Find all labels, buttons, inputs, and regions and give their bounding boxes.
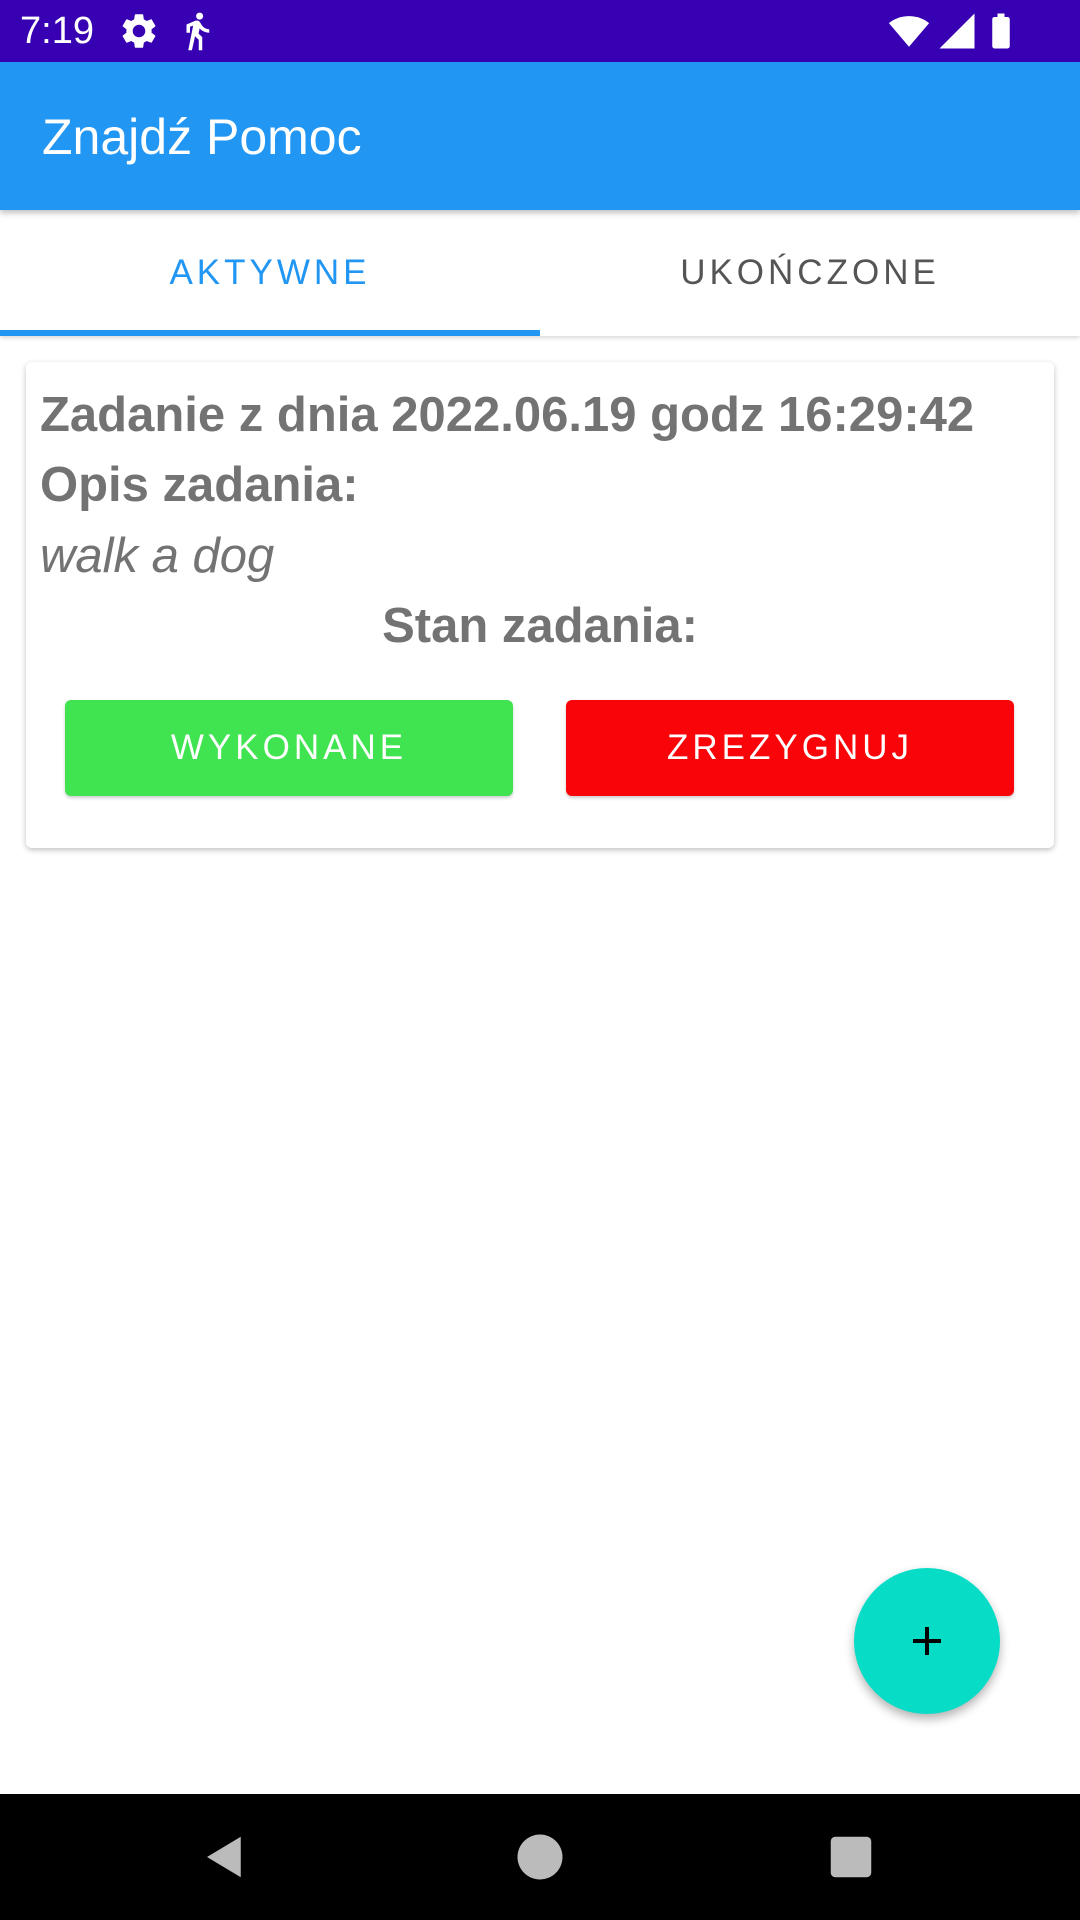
app-title: Znajdź Pomoc xyxy=(42,109,362,165)
battery-icon xyxy=(992,13,1010,49)
status-time: 7:19 xyxy=(20,10,94,52)
screen: 7:19 Znajdź Pomoc AKTYWNE UKOŃCZONE Zada… xyxy=(0,0,1080,1920)
wifi-icon xyxy=(888,16,930,47)
task-date: Zadanie z dnia 2022.06.19 godz 16:29:42 xyxy=(40,388,975,442)
add-task-fab[interactable] xyxy=(854,1568,1000,1714)
navigation-bar xyxy=(0,1794,1080,1920)
tab-bar: AKTYWNE UKOŃCZONE xyxy=(0,210,1080,336)
gear-icon xyxy=(122,14,156,48)
walking-person-icon xyxy=(186,12,210,51)
back-icon xyxy=(207,1836,241,1878)
resign-button[interactable]: ZREZYGNUJ xyxy=(566,700,1014,796)
plus-icon xyxy=(913,1627,941,1655)
recents-button[interactable] xyxy=(818,1824,884,1890)
recents-icon xyxy=(830,1836,872,1878)
task-description-value: walk a dog xyxy=(40,529,275,583)
cellular-signal-icon xyxy=(939,13,975,49)
task-status-label: Stan zadania: xyxy=(382,599,698,653)
back-button[interactable] xyxy=(192,1824,258,1890)
tab-completed-tasks[interactable]: UKOŃCZONE xyxy=(540,210,1080,336)
task-card: Zadanie z dnia 2022.06.19 godz 16:29:42 … xyxy=(26,362,1054,848)
status-bar: 7:19 xyxy=(0,0,1080,62)
home-icon xyxy=(517,1834,563,1880)
app-bar: Znajdź Pomoc xyxy=(0,62,1080,210)
done-button[interactable]: WYKONANE xyxy=(65,700,513,796)
task-description-label: Opis zadania: xyxy=(40,458,359,512)
home-button[interactable] xyxy=(507,1824,573,1890)
tab-active-tasks[interactable]: AKTYWNE xyxy=(0,210,540,336)
tab-indicator xyxy=(0,330,540,336)
